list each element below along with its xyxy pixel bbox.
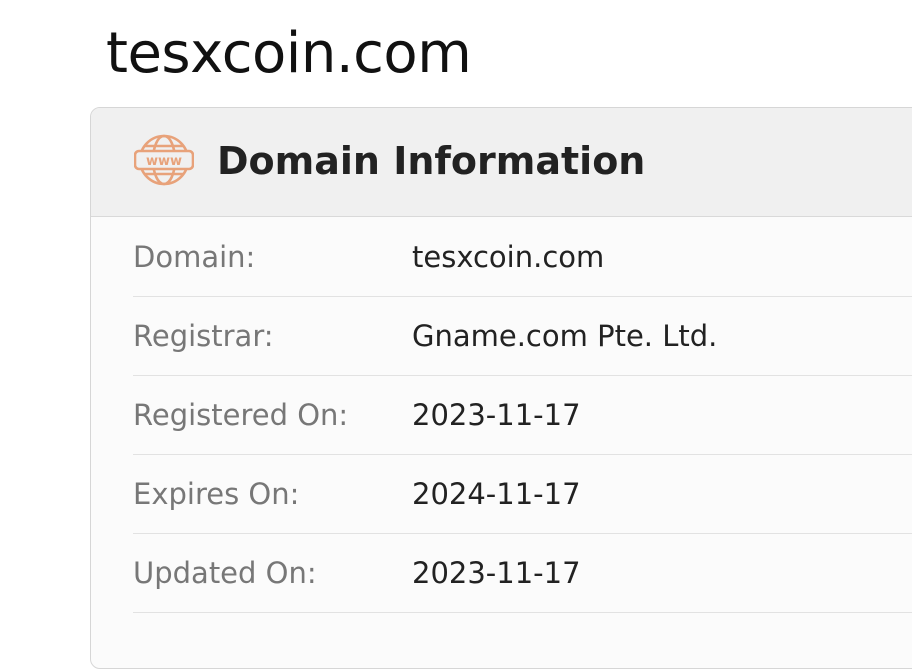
info-row-updated-on: Updated On: 2023-11-17	[133, 533, 912, 613]
info-value: tesxcoin.com	[412, 240, 605, 274]
domain-information-card: www Domain Information Domain: tesxcoin.…	[90, 107, 912, 669]
info-label: Registrar:	[133, 319, 274, 353]
info-label: Updated On:	[133, 556, 317, 590]
info-value: 2024-11-17	[412, 477, 581, 511]
info-row-registrar: Registrar: Gname.com Pte. Ltd.	[133, 296, 912, 376]
info-row-expires-on: Expires On: 2024-11-17	[133, 454, 912, 534]
card-title: Domain Information	[217, 139, 646, 183]
info-label: Domain:	[133, 240, 256, 274]
info-value: Gname.com Pte. Ltd.	[412, 319, 718, 353]
page-title: tesxcoin.com	[106, 21, 472, 86]
www-globe-icon: www	[134, 134, 194, 186]
info-row-registered-on: Registered On: 2023-11-17	[133, 375, 912, 455]
card-header: www Domain Information	[91, 108, 912, 217]
info-value: 2023-11-17	[412, 398, 581, 432]
www-icon-text: www	[146, 154, 182, 169]
info-value: 2023-11-17	[412, 556, 581, 590]
info-row-domain: Domain: tesxcoin.com	[133, 217, 912, 297]
info-label: Expires On:	[133, 477, 300, 511]
info-label: Registered On:	[133, 398, 349, 432]
